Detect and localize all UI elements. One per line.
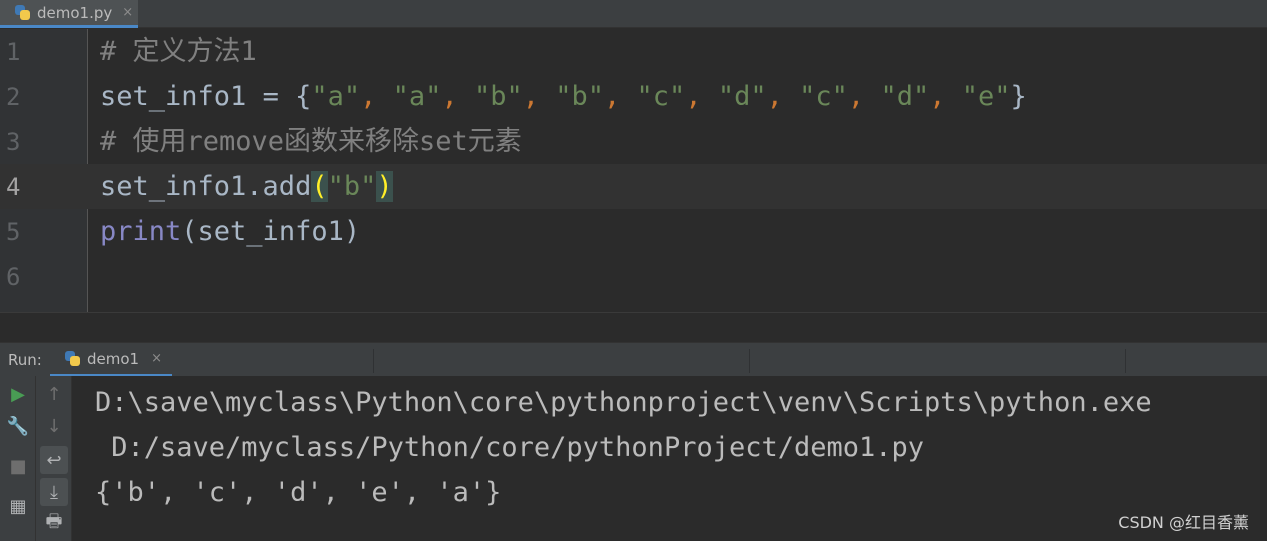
python-file-icon [14,4,31,21]
code-text: set_info1.add("b") [100,171,393,202]
header-divider [749,349,750,373]
run-console: ▶ 🔧 ■ ▦ ↑ ↓ ↩ ⤓ 🖶 D:\save\myclass\Python… [0,376,1267,541]
code-line[interactable]: 2 set_info1 = {"a", "a", "b", "b", "c", … [0,74,1267,119]
wrench-icon[interactable]: 🔧 [4,412,32,440]
code-line[interactable]: 3 # 使用remove函数来移除set元素 [0,119,1267,164]
soft-wrap-icon[interactable]: ↩ [40,446,68,474]
editor-tab-bar: demo1.py × [0,0,1267,28]
code-text: set_info1 = {"a", "a", "b", "b", "c", "d… [100,81,1027,112]
line-number: 2 [6,83,21,111]
line-number: 1 [6,38,21,66]
code-comment: # 使用remove函数来移除set元素 [100,126,522,157]
arrow-down-icon[interactable]: ↓ [40,412,68,440]
run-icon[interactable]: ▶ [4,380,32,408]
panel-splitter[interactable] [0,312,1267,342]
run-tab-label: demo1 [87,349,140,368]
run-toolbar-primary: ▶ 🔧 ■ ▦ [0,376,36,541]
code-line[interactable]: 5 print(set_info1) [0,209,1267,254]
code-line[interactable]: 6 [0,254,1267,299]
editor-tab-demo1[interactable]: demo1.py × [0,0,138,28]
close-run-tab-icon[interactable]: × [151,351,162,366]
console-line: D:\save\myclass\Python\core\pythonprojec… [95,387,1152,418]
run-tab-demo1[interactable]: demo1 × [50,343,172,377]
matched-bracket: ( [311,171,328,202]
header-divider [1125,349,1126,373]
line-number: 5 [6,218,21,246]
run-label: Run: [8,351,42,369]
arrow-up-icon[interactable]: ↑ [40,380,68,408]
watermark: CSDN @红目香薰 [1118,513,1249,532]
editor-tab-label: demo1.py [37,3,113,22]
close-tab-icon[interactable]: × [122,5,133,20]
console-line: D:/save/myclass/Python/core/pythonProjec… [95,432,925,463]
matched-bracket: ) [376,171,393,202]
layout-icon[interactable]: ▦ [4,492,32,520]
console-output[interactable]: D:\save\myclass\Python\core\pythonprojec… [95,380,1152,515]
print-icon[interactable]: 🖶 [40,510,68,538]
line-number: 4 [6,173,21,201]
console-line: {'b', 'c', 'd', 'e', 'a'} [95,477,502,508]
run-tool-header: Run: demo1 × [0,342,1267,377]
code-line-current[interactable]: 4 set_info1.add("b") [0,164,1267,209]
line-number: 3 [6,128,21,156]
code-comment: # 定义方法1 [100,36,257,67]
header-divider [373,349,374,373]
stop-icon[interactable]: ■ [4,452,32,480]
run-toolbar-secondary: ↑ ↓ ↩ ⤓ 🖶 [36,376,72,541]
code-line[interactable]: 1 # 定义方法1 [0,29,1267,74]
python-run-config-icon [64,350,81,367]
code-text: print(set_info1) [100,216,361,247]
scroll-to-end-icon[interactable]: ⤓ [40,478,68,506]
code-editor[interactable]: 1 # 定义方法1 2 set_info1 = {"a", "a", "b", … [0,29,1267,312]
line-number: 6 [6,263,21,291]
